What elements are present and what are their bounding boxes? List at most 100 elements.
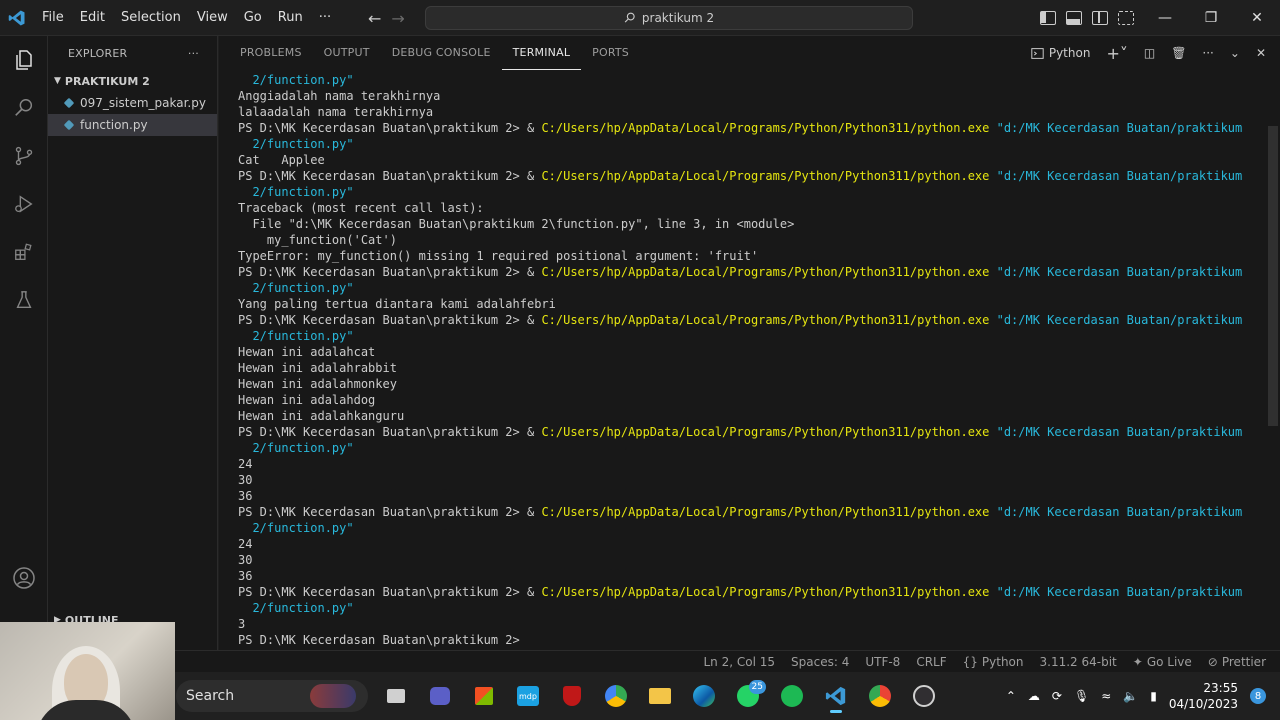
accounts-icon[interactable]	[0, 554, 48, 602]
maximize-panel-chevron-icon[interactable]: ⌄	[1230, 46, 1240, 60]
extensions-icon[interactable]	[0, 228, 48, 276]
file-label: function.py	[80, 118, 148, 132]
toggle-panel-icon[interactable]	[1066, 11, 1082, 25]
source-control-icon[interactable]	[0, 132, 48, 180]
status-indentation[interactable]: Spaces: 4	[791, 655, 849, 669]
mdp-app-icon[interactable]: mdp	[510, 678, 546, 714]
notification-badge[interactable]: 8	[1250, 688, 1266, 704]
python-file-icon	[63, 97, 75, 109]
status-encoding[interactable]: UTF-8	[865, 655, 900, 669]
back-arrow-icon[interactable]: ←	[368, 9, 381, 28]
tab-output[interactable]: OUTPUT	[313, 36, 381, 70]
terminal-output-line: Yang paling tertua diantara kami adalahf…	[238, 297, 556, 311]
tab-problems[interactable]: PROBLEMS	[229, 36, 313, 70]
explorer-icon[interactable]	[0, 36, 48, 84]
restore-icon[interactable]: ❐	[1188, 0, 1234, 36]
run-debug-icon[interactable]	[0, 180, 48, 228]
python-file-icon	[63, 119, 75, 131]
terminal-prompt: PS D:\MK Kecerdasan Buatan\praktikum 2> …	[238, 585, 542, 599]
search-highlight-icon	[310, 684, 356, 708]
terminal-output-line: Traceback (most recent call last):	[238, 201, 484, 215]
terminal-scrollbar[interactable]	[1268, 126, 1278, 426]
chrome-alt-icon[interactable]	[598, 678, 634, 714]
terminal-shell-selector[interactable]: Python	[1031, 46, 1090, 60]
split-terminal-icon[interactable]: ◫	[1144, 46, 1155, 60]
terminal-output-line: Anggiadalah nama terakhirnya	[238, 89, 441, 103]
status-interpreter[interactable]: 3.11.2 64-bit	[1040, 655, 1117, 669]
wifi-icon[interactable]: ≈	[1101, 689, 1111, 703]
edge-icon[interactable]	[686, 678, 722, 714]
terminal-output-line: 24	[238, 537, 253, 551]
terminal-script-arg: "d:/MK Kecerdasan Buatan/praktikum	[989, 313, 1243, 327]
search-icon[interactable]	[0, 84, 48, 132]
tab-ports[interactable]: PORTS	[581, 36, 640, 70]
menu-go[interactable]: Go	[236, 0, 270, 36]
status-eol[interactable]: CRLF	[916, 655, 946, 669]
status-golive-label: Go Live	[1146, 654, 1192, 669]
chevron-up-icon[interactable]: ⌃	[1006, 689, 1016, 703]
terminal-output-line: 30	[238, 553, 253, 567]
close-icon[interactable]: ✕	[1234, 0, 1280, 36]
menu-more[interactable]: ···	[311, 0, 339, 36]
file-function[interactable]: function.py	[48, 114, 217, 136]
status-golive[interactable]: ✦ Go Live	[1133, 655, 1192, 669]
status-prettier[interactable]: ⊘ Prettier	[1208, 655, 1266, 669]
terminal-output[interactable]: 2/function.py" Anggiadalah nama terakhirn…	[238, 72, 1268, 650]
folder-praktikum-2[interactable]: ▼ PRAKTIKUM 2	[48, 70, 217, 92]
task-view-icon[interactable]	[378, 678, 414, 714]
terminal-command-line: PS D:\MK Kecerdasan Buatan\praktikum 2> …	[238, 264, 1268, 280]
terminal-exe-path: C:/Users/hp/AppData/Local/Programs/Pytho…	[541, 505, 990, 519]
spotify-icon[interactable]	[774, 678, 810, 714]
menu-selection[interactable]: Selection	[113, 0, 189, 36]
more-actions-icon[interactable]: ···	[1202, 46, 1213, 60]
menu-view[interactable]: View	[189, 0, 236, 36]
new-terminal-plus-icon[interactable]: +˅	[1106, 44, 1127, 63]
command-center[interactable]: praktikum 2	[425, 6, 913, 30]
status-bar: Ln 2, Col 15 Spaces: 4 UTF-8 CRLF {} Pyt…	[0, 650, 1280, 672]
menu-edit[interactable]: Edit	[72, 0, 113, 36]
file-explorer-icon[interactable]	[642, 678, 678, 714]
volume-icon[interactable]: 🔈	[1123, 689, 1138, 703]
status-language[interactable]: {} Python	[963, 655, 1024, 669]
tab-terminal[interactable]: TERMINAL	[501, 37, 582, 70]
toggle-primary-sidebar-icon[interactable]	[1040, 11, 1056, 25]
menu-run[interactable]: Run	[270, 0, 311, 36]
teams-chat-icon[interactable]	[422, 678, 458, 714]
onedrive-cloud-icon[interactable]: ☁	[1028, 689, 1040, 703]
vscode-taskbar-icon[interactable]	[818, 678, 854, 714]
terminal-script-arg-wrap: 2/function.py"	[238, 601, 354, 615]
chrome-icon[interactable]	[862, 678, 898, 714]
microsoft-store-icon[interactable]	[466, 678, 502, 714]
toggle-secondary-sidebar-icon[interactable]	[1092, 11, 1108, 25]
menu-bar: File Edit Selection View Go Run ···	[34, 0, 339, 36]
clock[interactable]: 23:55 04/10/2023	[1169, 680, 1238, 712]
minimize-icon[interactable]: —	[1142, 0, 1188, 36]
more-actions-icon[interactable]: ···	[188, 47, 199, 60]
taskbar-search[interactable]: Search	[176, 680, 368, 712]
explorer-header: EXPLORER ···	[48, 36, 217, 70]
terminal-prompt-line: PS D:\MK Kecerdasan Buatan\praktikum 2>	[238, 633, 527, 647]
terminal-exe-path: C:/Users/hp/AppData/Local/Programs/Pytho…	[541, 265, 990, 279]
kill-terminal-trash-icon[interactable]: 🗑	[1171, 46, 1186, 60]
webcam-overlay	[0, 622, 175, 720]
terminal-script-arg-wrap: 2/function.py"	[238, 137, 354, 151]
testing-flask-icon[interactable]	[0, 276, 48, 324]
terminal-command-line: PS D:\MK Kecerdasan Buatan\praktikum 2> …	[238, 312, 1268, 328]
microphone-icon[interactable]: 🎙	[1074, 689, 1089, 703]
activity-bar	[0, 36, 48, 650]
battery-icon[interactable]: ▮	[1150, 689, 1157, 703]
customize-layout-icon[interactable]	[1118, 11, 1134, 25]
obs-icon[interactable]	[906, 678, 942, 714]
menu-file[interactable]: File	[34, 0, 72, 36]
command-center-label: praktikum 2	[641, 11, 715, 25]
sync-icon[interactable]: ⟳	[1052, 689, 1062, 703]
terminal-output-line: 36	[238, 569, 253, 583]
mcafee-icon[interactable]	[554, 678, 590, 714]
forward-arrow-icon[interactable]: →	[391, 9, 404, 28]
tab-debug-console[interactable]: DEBUG CONSOLE	[381, 36, 502, 70]
file-label: 097_sistem_pakar.py	[80, 96, 206, 110]
file-sistem-pakar[interactable]: 097_sistem_pakar.py	[48, 92, 217, 114]
status-cursor-position[interactable]: Ln 2, Col 15	[704, 655, 776, 669]
whatsapp-icon[interactable]: 25	[730, 678, 766, 714]
close-panel-icon[interactable]: ✕	[1256, 46, 1266, 60]
